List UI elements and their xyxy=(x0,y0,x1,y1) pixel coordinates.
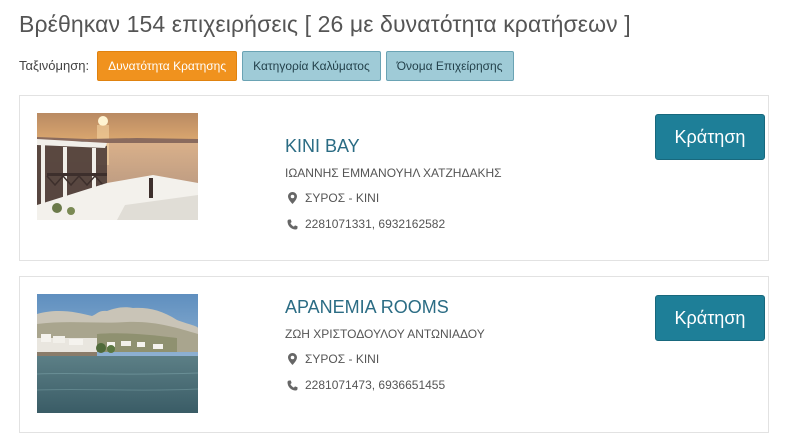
listing-photo[interactable] xyxy=(37,294,198,413)
listing-info: ΑΡΑΝΕΜΙΑ ROOMS ΖΩΗ ΧΡΙΣΤΟΔΟΥΛΟΥ ΑΝΤΩΝΙΑΔ… xyxy=(285,297,485,402)
business-name-link[interactable]: KINI BAY xyxy=(285,136,502,157)
sort-by-category-button[interactable]: Κατηγορία Καλύματος xyxy=(242,50,381,81)
phone-text: 2281071331, 6932162582 xyxy=(305,217,446,231)
book-button[interactable]: Κράτηση xyxy=(655,295,765,341)
sort-by-booking-button[interactable]: Δυνατότητα Κρατησης xyxy=(97,50,238,81)
sort-label: Ταξινόμηση: xyxy=(19,58,90,73)
location-row: ΣΥΡΟΣ - ΚΙΝΙ xyxy=(285,189,502,207)
phone-icon xyxy=(285,217,299,231)
results-title: Βρέθηκαν 154 επιχειρήσεις [ 26 με δυνατό… xyxy=(19,11,631,37)
sort-by-name-button[interactable]: Όνομα Επιχείρησης xyxy=(385,50,514,81)
location-text: ΣΥΡΟΣ - ΚΙΝΙ xyxy=(305,352,380,366)
map-marker-icon xyxy=(285,352,299,366)
location-row: ΣΥΡΟΣ - ΚΙΝΙ xyxy=(285,350,485,368)
listing-photo[interactable] xyxy=(37,113,198,220)
business-name-link[interactable]: ΑΡΑΝΕΜΙΑ ROOMS xyxy=(285,297,485,318)
phone-text: 2281071473, 6936651455 xyxy=(305,378,446,392)
owner-name: ΙΩΑΝΝΗΣ ΕΜΜΑΝΟΥΗΛ ΧΑΤΖΗΔΑΚΗΣ xyxy=(285,166,502,180)
location-text: ΣΥΡΟΣ - ΚΙΝΙ xyxy=(305,191,380,205)
map-marker-icon xyxy=(285,191,299,205)
listing-info: KINI BAY ΙΩΑΝΝΗΣ ΕΜΜΑΝΟΥΗΛ ΧΑΤΖΗΔΑΚΗΣ ΣΥ… xyxy=(285,136,502,241)
book-button[interactable]: Κράτηση xyxy=(655,114,765,160)
listing-card: KINI BAY ΙΩΑΝΝΗΣ ΕΜΜΑΝΟΥΗΛ ΧΑΤΖΗΔΑΚΗΣ ΣΥ… xyxy=(19,95,769,261)
phone-row: 2281071331, 6932162582 xyxy=(285,215,502,233)
phone-icon xyxy=(285,378,299,392)
sort-bar: Ταξινόμηση: Δυνατότητα Κρατησης Κατηγορί… xyxy=(19,50,519,81)
listing-card: ΑΡΑΝΕΜΙΑ ROOMS ΖΩΗ ΧΡΙΣΤΟΔΟΥΛΟΥ ΑΝΤΩΝΙΑΔ… xyxy=(19,276,769,433)
owner-name: ΖΩΗ ΧΡΙΣΤΟΔΟΥΛΟΥ ΑΝΤΩΝΙΑΔΟΥ xyxy=(285,327,485,341)
phone-row: 2281071473, 6936651455 xyxy=(285,376,485,394)
